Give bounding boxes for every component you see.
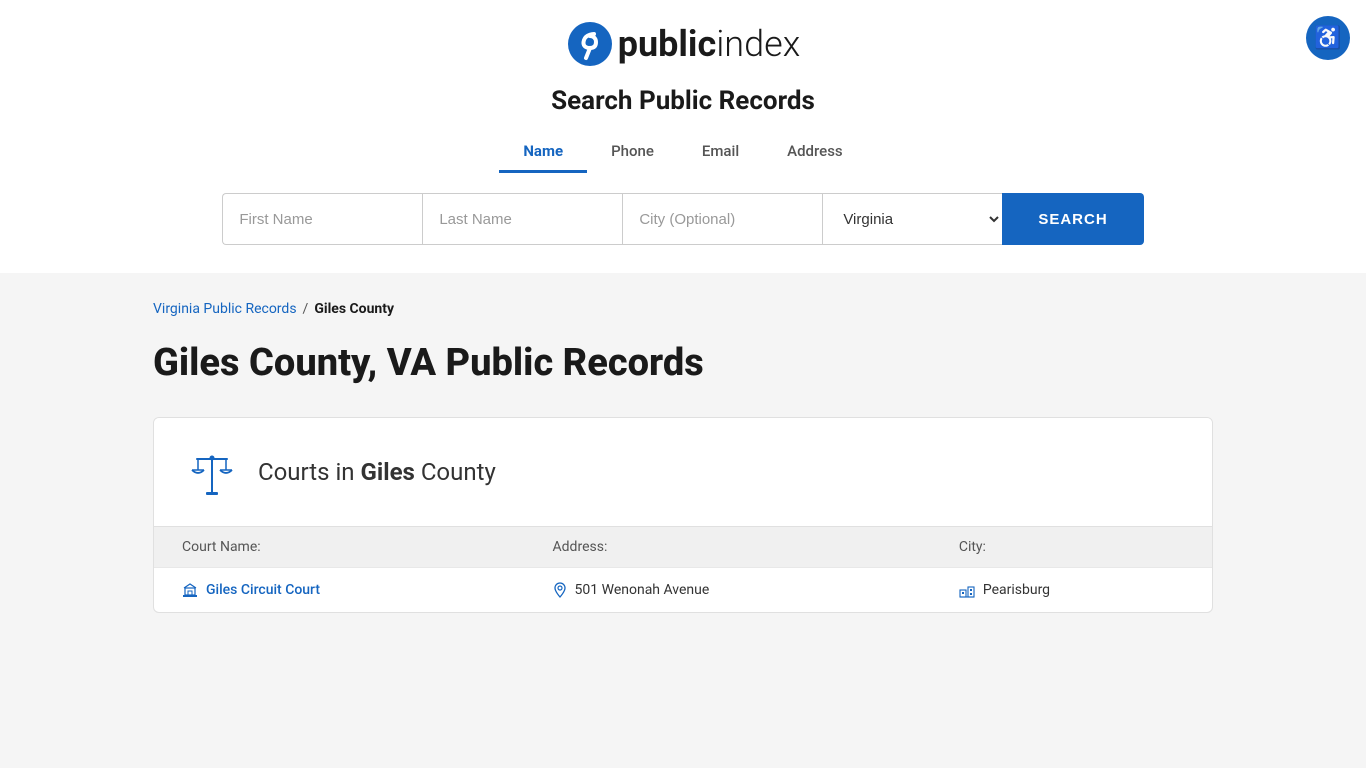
breadcrumb-current: Giles County bbox=[314, 301, 394, 317]
courts-table: Court Name: Address: City: bbox=[154, 526, 1212, 612]
col-court-name: Court Name: bbox=[154, 526, 525, 567]
court-name-text: Giles Circuit Court bbox=[206, 582, 320, 598]
state-select[interactable]: Virginia Alabama Alaska Arizona Arkansas… bbox=[822, 193, 1002, 245]
court-name-link[interactable]: Giles Circuit Court bbox=[182, 582, 497, 598]
city-cell: Pearisburg bbox=[931, 567, 1212, 612]
tab-name[interactable]: Name bbox=[499, 132, 587, 173]
courts-icon bbox=[182, 442, 242, 502]
col-city: City: bbox=[931, 526, 1212, 567]
logo-public: public bbox=[618, 23, 716, 65]
search-section: Virginia Alabama Alaska Arizona Arkansas… bbox=[0, 173, 1366, 273]
search-bar: Virginia Alabama Alaska Arizona Arkansas… bbox=[133, 193, 1233, 245]
breadcrumb: Virginia Public Records / Giles County bbox=[153, 301, 1213, 317]
court-building-icon bbox=[182, 582, 198, 598]
tab-phone[interactable]: Phone bbox=[587, 132, 678, 173]
accessibility-button[interactable]: ♿ bbox=[1306, 16, 1350, 60]
logo-index: index bbox=[716, 23, 800, 65]
search-tabs: Name Phone Email Address bbox=[499, 132, 866, 173]
address-text: 501 Wenonah Avenue bbox=[575, 582, 710, 598]
courts-title: Courts in Giles County bbox=[258, 458, 496, 486]
page-heading: Giles County, VA Public Records bbox=[153, 341, 1213, 387]
tab-email[interactable]: Email bbox=[678, 132, 763, 173]
location-icon bbox=[553, 582, 567, 598]
search-button[interactable]: SEARCH bbox=[1002, 193, 1143, 245]
last-name-input[interactable] bbox=[422, 193, 622, 245]
search-title: Search Public Records bbox=[551, 86, 815, 116]
city-input[interactable] bbox=[622, 193, 822, 245]
tab-address[interactable]: Address bbox=[763, 132, 867, 173]
page-header: publicindex Search Public Records Name P… bbox=[0, 0, 1366, 173]
courts-title-prefix: Courts in bbox=[258, 458, 361, 486]
first-name-input[interactable] bbox=[222, 193, 422, 245]
logo: publicindex bbox=[566, 20, 801, 68]
courts-title-county: Giles bbox=[361, 458, 415, 486]
col-address: Address: bbox=[525, 526, 931, 567]
accessibility-icon: ♿ bbox=[1314, 27, 1341, 49]
main-content: Virginia Public Records / Giles County G… bbox=[113, 273, 1253, 653]
city-text: Pearisburg bbox=[983, 582, 1050, 598]
table-header-row: Court Name: Address: City: bbox=[154, 526, 1212, 567]
courts-header: Courts in Giles County bbox=[154, 418, 1212, 526]
breadcrumb-link[interactable]: Virginia Public Records bbox=[153, 301, 297, 317]
courts-title-suffix: County bbox=[415, 458, 496, 486]
breadcrumb-separator: / bbox=[303, 301, 309, 317]
scales-icon bbox=[184, 444, 240, 500]
logo-text: publicindex bbox=[618, 23, 801, 65]
logo-icon bbox=[566, 20, 614, 68]
court-name-cell: Giles Circuit Court bbox=[154, 567, 525, 612]
city-icon bbox=[959, 582, 975, 598]
address-cell: 501 Wenonah Avenue bbox=[525, 567, 931, 612]
courts-section: Courts in Giles County Court Name: Addre… bbox=[153, 417, 1213, 613]
table-row: Giles Circuit Court 501 Wenonah Avenue bbox=[154, 567, 1212, 612]
